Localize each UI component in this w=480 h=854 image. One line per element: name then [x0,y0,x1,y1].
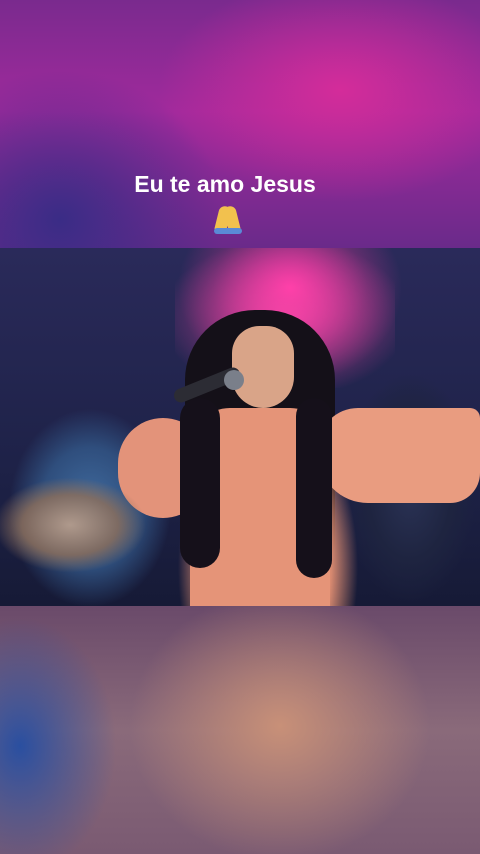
reel-screen: Eu te amo Jesus [0,0,480,854]
singer-arm-right [318,408,480,503]
acoustic-guitar [0,470,160,580]
singer-hair-right-strand [296,398,332,578]
caption-text: Eu te amo Jesus [134,171,316,197]
singer-hair-left-strand [180,398,220,568]
microphone-head [224,370,244,390]
folded-hands-glyph [213,204,243,234]
folded-hands-icon [208,204,248,240]
singer-face [232,326,294,408]
blurred-background-bottom [0,606,480,854]
